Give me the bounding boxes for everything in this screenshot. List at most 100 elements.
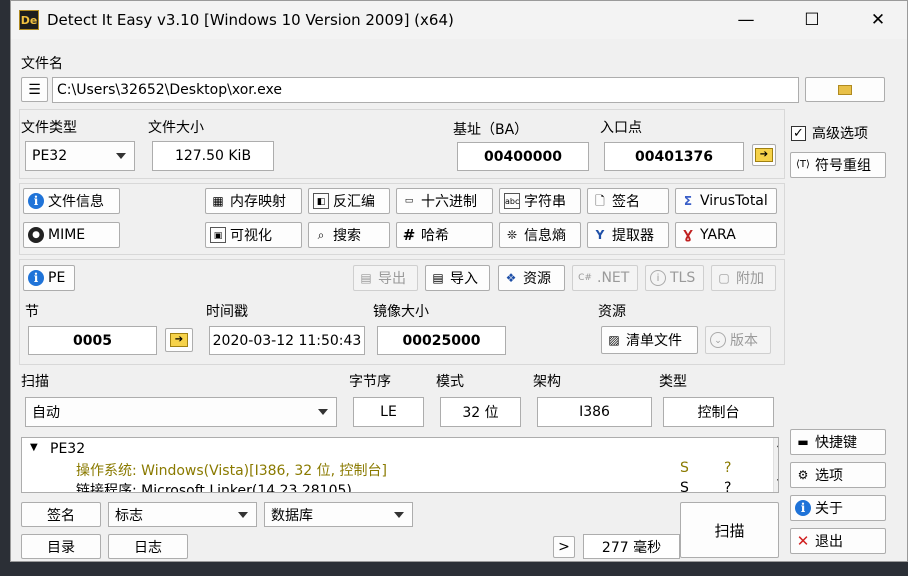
- resources-button[interactable]: ❖ 资源: [498, 265, 565, 291]
- hex-button[interactable]: ▭ 十六进制: [396, 188, 493, 214]
- scan-button[interactable]: 扫描: [680, 502, 779, 558]
- hash-button[interactable]: # 哈希: [396, 222, 493, 248]
- manifest-button[interactable]: ▨ 清单文件: [601, 326, 698, 354]
- memory-chip-icon: ▦: [212, 194, 224, 208]
- yara-label: YARA: [700, 227, 736, 243]
- keyboard-icon: ▬: [797, 435, 809, 449]
- virustotal-button[interactable]: Σ VirusTotal: [675, 188, 777, 214]
- version-button[interactable]: ⌄ 版本: [705, 326, 771, 354]
- file-size-label: 文件大小: [148, 120, 204, 136]
- tree-row-linker-q[interactable]: ?: [724, 480, 731, 492]
- scan-time-value: 277 毫秒: [583, 534, 680, 559]
- file-type-select[interactable]: PE32: [25, 141, 135, 171]
- list-icon: ☰: [28, 81, 41, 98]
- architecture-value: I386: [537, 397, 652, 427]
- section-go-button[interactable]: ➔: [165, 328, 193, 352]
- pe-tab-button[interactable]: i PE: [23, 265, 75, 291]
- file-info-button[interactable]: i 文件信息: [23, 188, 120, 214]
- tree-row-os-s[interactable]: S: [680, 460, 689, 476]
- file-name-label: 文件名: [21, 56, 63, 72]
- hash-icon: #: [402, 226, 416, 244]
- entropy-icon: ❊: [506, 228, 518, 242]
- about-button[interactable]: i 关于: [790, 495, 886, 521]
- resources-icon: ❖: [505, 271, 517, 285]
- database-select[interactable]: 数据库: [264, 502, 413, 527]
- import-label: 导入: [450, 271, 478, 287]
- base-address-value: 00400000: [457, 142, 589, 171]
- browse-button[interactable]: [805, 77, 885, 102]
- yara-button[interactable]: Ɣ YARA: [675, 222, 777, 248]
- results-scrollbar[interactable]: ▲ ▼: [773, 438, 778, 492]
- entropy-button[interactable]: ❊ 信息熵: [499, 222, 581, 248]
- entropy-label: 信息熵: [524, 228, 566, 244]
- file-path-input[interactable]: C:\Users\32652\Desktop\xor.exe: [52, 77, 799, 103]
- tree-row-os-q[interactable]: ?: [724, 460, 731, 476]
- code-icon: ◧: [313, 193, 329, 209]
- endianness-value: LE: [353, 397, 424, 427]
- search-button[interactable]: ⌕ 搜索: [308, 222, 390, 248]
- arrow-right-icon: ➔: [755, 148, 773, 162]
- collapse-icon[interactable]: ▼: [30, 442, 38, 453]
- arrow-right-icon: ➔: [170, 333, 188, 347]
- advanced-label: 高级选项: [812, 126, 868, 142]
- entry-point-label: 入口点: [600, 120, 642, 136]
- yara-icon: Ɣ: [683, 228, 693, 242]
- close-icon: ✕: [796, 532, 810, 550]
- options-button[interactable]: ⚙ 选项: [790, 462, 886, 488]
- strings-icon: abc: [504, 193, 520, 209]
- maximize-button[interactable]: ☐: [789, 1, 835, 39]
- scroll-down-icon[interactable]: ▼: [777, 478, 778, 488]
- checkbox-icon[interactable]: ✓: [791, 125, 806, 141]
- tree-root[interactable]: PE32: [50, 441, 85, 457]
- demangle-icon: ⟨T⟩: [796, 159, 810, 170]
- strings-button[interactable]: abc 字符串: [499, 188, 581, 214]
- endianness-label: 字节序: [349, 374, 391, 390]
- flags-select[interactable]: 标志: [108, 502, 257, 527]
- window-title: Detect It Easy v3.10 [Windows 10 Version…: [47, 11, 454, 29]
- overlay-button[interactable]: ▢ 附加: [711, 265, 776, 291]
- resources-label: 资源: [523, 271, 551, 287]
- mime-icon: ●: [28, 227, 44, 243]
- shortcuts-button[interactable]: ▬ 快捷键: [790, 429, 886, 455]
- signature-tool-button[interactable]: 🗋 签名: [587, 188, 669, 214]
- export-icon: ▤: [360, 271, 372, 285]
- tree-row-linker-s[interactable]: S: [680, 480, 689, 492]
- tls-button[interactable]: i TLS: [645, 265, 704, 291]
- database-value: 数据库: [271, 507, 313, 524]
- minimize-button[interactable]: —: [723, 1, 769, 39]
- file-type-value: PE32: [32, 148, 68, 164]
- exit-button[interactable]: ✕ 退出: [790, 528, 886, 554]
- signature-button[interactable]: 签名: [21, 502, 101, 527]
- entry-point-go-button[interactable]: ➔: [752, 144, 776, 166]
- document-icon: 🗋: [595, 194, 605, 208]
- tree-row-linker[interactable]: 链接程序: Microsoft Linker(14.23.28105): [76, 480, 352, 492]
- demangle-button[interactable]: ⟨T⟩ 符号重组: [790, 152, 886, 178]
- gear-icon: ⚙: [797, 468, 809, 482]
- visualize-button[interactable]: ▣ 可视化: [205, 222, 302, 248]
- import-button[interactable]: ▤ 导入: [425, 265, 490, 291]
- overlay-label: 附加: [736, 271, 764, 287]
- extractor-button[interactable]: Y 提取器: [587, 222, 669, 248]
- memory-map-button[interactable]: ▦ 内存映射: [205, 188, 302, 214]
- shortcuts-label: 快捷键: [815, 435, 857, 451]
- net-button[interactable]: C# .NET: [572, 265, 638, 291]
- scroll-up-icon[interactable]: ▲: [777, 439, 778, 449]
- disassembly-button[interactable]: ◧ 反汇编: [308, 188, 390, 214]
- scan-mode-select[interactable]: 自动: [25, 397, 337, 427]
- advanced-checkbox[interactable]: ✓ 高级选项: [791, 123, 868, 143]
- close-button[interactable]: ✕: [855, 1, 901, 39]
- version-icon: ⌄: [710, 332, 726, 348]
- disassembly-label: 反汇编: [333, 194, 375, 210]
- results-tree[interactable]: ▼ PE32 操作系统: Windows(Vista)[I386, 32 位, …: [21, 437, 779, 493]
- file-menu-button[interactable]: ☰: [21, 77, 48, 102]
- export-button[interactable]: ▤ 导出: [353, 265, 418, 291]
- main-window: De Detect It Easy v3.10 [Windows 10 Vers…: [10, 0, 908, 562]
- image-icon: ▣: [210, 227, 226, 243]
- file-size-value: 127.50 KiB: [152, 141, 274, 171]
- mime-button[interactable]: ● MIME: [23, 222, 120, 248]
- tree-row-os[interactable]: 操作系统: Windows(Vista)[I386, 32 位, 控制台]: [76, 460, 387, 480]
- more-button[interactable]: >: [553, 536, 575, 558]
- log-button[interactable]: 日志: [108, 534, 188, 559]
- directory-button[interactable]: 目录: [21, 534, 101, 559]
- info-icon: i: [28, 270, 44, 286]
